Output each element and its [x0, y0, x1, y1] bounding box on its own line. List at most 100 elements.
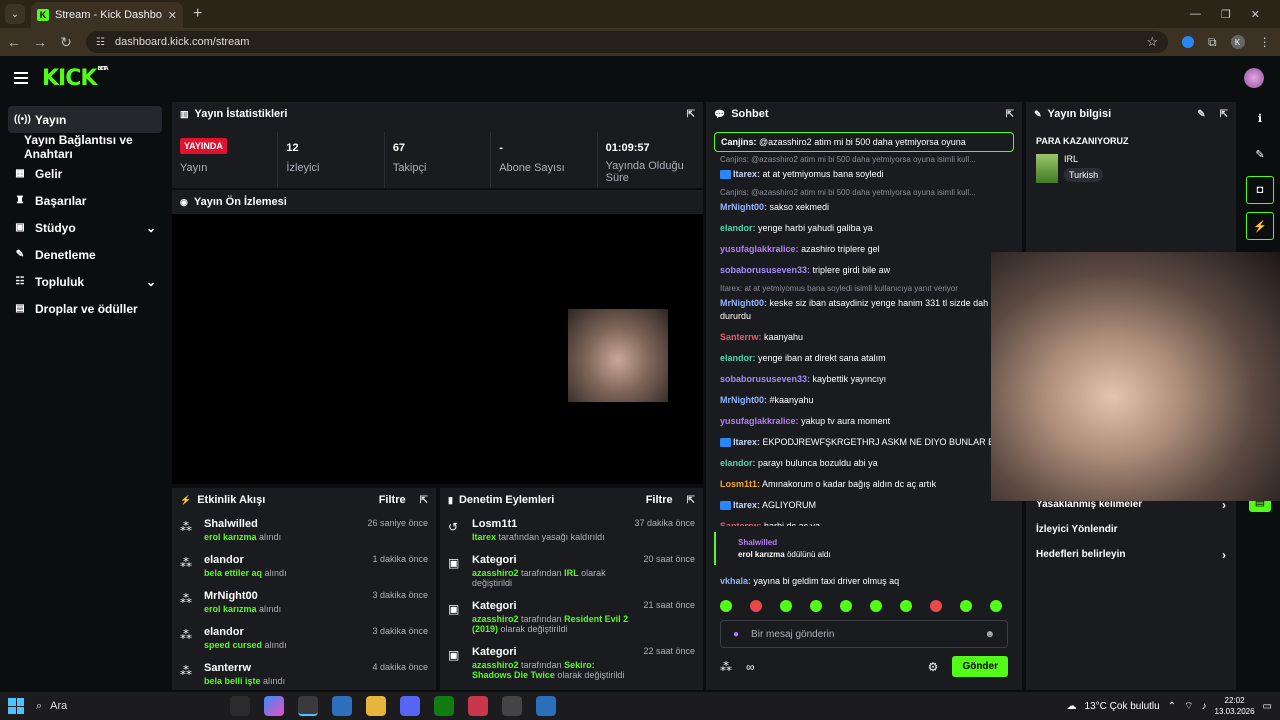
activity-row[interactable]: ⁂ elandor bela ettiler aq alındı 1 dakika ö… — [180, 548, 428, 584]
bolt-icon[interactable]: ⚡ — [1246, 212, 1274, 240]
chat-username[interactable]: Itarex: — [733, 169, 760, 179]
moderation-filter-button[interactable]: Filtre — [646, 494, 673, 506]
chat-message[interactable]: vkhala: yayına bi geldim taxi driver olm… — [714, 571, 1014, 592]
emote-icon[interactable] — [750, 600, 762, 612]
moderation-row[interactable]: ▣ Kategori azasshiro2 tarafından Resident … — [448, 594, 695, 640]
task-view-icon[interactable] — [230, 696, 250, 716]
chat-message[interactable]: elandor: yenge harbi yahudi galiba ya — [714, 218, 1014, 239]
chat-message[interactable]: MrNight00: sakso xekmedi — [714, 197, 1014, 218]
chat-message[interactable]: Santerrw: kaanyahu — [714, 327, 1014, 348]
chat-message[interactable]: MrNight00: keske siz iban atsaydiniz yen… — [714, 293, 1014, 327]
close-tab-icon[interactable]: ✕ — [168, 9, 177, 22]
chat-username[interactable]: Itarex: — [733, 437, 760, 447]
browser-tab[interactable]: K Stream - Kick Dashboard ✕ — [31, 2, 183, 28]
volume-icon[interactable]: ♪ — [1202, 701, 1207, 712]
tray-expand-icon[interactable]: ⌃ — [1168, 701, 1176, 712]
popout-icon[interactable]: ⇱ — [687, 109, 695, 120]
kick-logo[interactable]: KICKBETA — [42, 66, 109, 91]
chat-message[interactable]: sobaborususeven33: kaybettik yayıncıyı — [714, 369, 1014, 390]
chat-input[interactable]: ● Bir mesaj gönderin ☻ — [720, 620, 1008, 648]
moderation-row[interactable]: ↺ Losm1t1 Itarex tarafından yasağı kaldırı… — [448, 512, 695, 548]
tab-search-button[interactable]: ⌄ — [5, 4, 25, 24]
popout-icon[interactable]: ⇱ — [1220, 109, 1228, 120]
settings-gear-icon[interactable]: ⚙ — [928, 660, 939, 674]
chat-message[interactable]: Itarex: at at yetmiyomus bana soyledi — [714, 164, 1014, 185]
forward-icon[interactable]: → — [28, 34, 52, 50]
popout-icon[interactable]: ⇱ — [1006, 109, 1014, 120]
activity-row[interactable]: ⁂ elandor speed cursed alındı 3 dakika önce — [180, 620, 428, 656]
minimize-icon[interactable]: — — [1190, 8, 1201, 21]
chat-username[interactable]: elandor: — [720, 353, 756, 363]
chat-username[interactable]: yusufaglakkralice: — [720, 416, 799, 426]
chat-username[interactable]: elandor: — [720, 458, 756, 468]
file-explorer-icon[interactable] — [366, 696, 386, 716]
obs-icon[interactable] — [502, 696, 522, 716]
app-icon[interactable] — [468, 696, 488, 716]
chat-message[interactable]: Santerrw: harbi dc aç ya — [714, 516, 1014, 526]
chat-message[interactable]: elandor: yenge iban at direkt sana atalı… — [714, 348, 1014, 369]
chat-username[interactable]: MrNight00: — [720, 395, 767, 405]
chat-message[interactable]: yusufaglakkralice: azashiro triplere gel — [714, 239, 1014, 260]
emote-icon[interactable] — [840, 600, 852, 612]
goals-link[interactable]: Hedefleri belirleyin › — [1026, 542, 1236, 567]
chat-message[interactable]: Losm1t1: Amınakorum o kadar bağış aldın … — [714, 474, 1014, 495]
microphone-icon[interactable]: ● — [733, 629, 739, 640]
chat-message[interactable]: Itarex: AGLIYORUM — [714, 495, 1014, 516]
chat-message[interactable]: MrNight00: #kaanyahu — [714, 390, 1014, 411]
copilot-icon[interactable] — [264, 696, 284, 716]
chat-username[interactable]: MrNight00: — [720, 298, 767, 308]
points-icon[interactable]: ⁂ — [720, 660, 732, 674]
hamburger-menu-icon[interactable] — [14, 72, 28, 84]
emote-icon[interactable] — [720, 600, 732, 612]
extensions-puzzle-icon[interactable]: ⧉ — [1208, 35, 1217, 50]
windows-start-icon[interactable] — [8, 698, 24, 714]
pinned-message[interactable]: Canjins: @azasshiro2 atim mi bi 500 daha… — [714, 132, 1014, 152]
extension-icon[interactable] — [1182, 36, 1194, 48]
omnibox[interactable]: ☷ dashboard.kick.com/stream ☆ — [86, 31, 1168, 53]
edit-pencil-icon[interactable]: ✎ — [1197, 109, 1205, 120]
taskbar-clock[interactable]: 22:02 13.03.2026 — [1215, 695, 1255, 717]
sidebar-item-revenue[interactable]: ▦ Gelir — [8, 160, 162, 187]
raid-link[interactable]: İzleyici Yönlendir — [1026, 517, 1236, 542]
sidebar-item-moderation[interactable]: ✎ Denetleme — [8, 241, 162, 268]
emote-icon[interactable] — [930, 600, 942, 612]
sidebar-item-drops[interactable]: ▤ Droplar ve ödüller — [8, 295, 162, 322]
chat-username[interactable]: MrNight00: — [720, 202, 767, 212]
popout-icon[interactable]: ⇱ — [687, 495, 695, 506]
new-tab-icon[interactable]: + — [193, 5, 202, 23]
popout-icon[interactable]: ⇱ — [420, 495, 428, 506]
emote-icon[interactable] — [810, 600, 822, 612]
app-icon[interactable] — [332, 696, 352, 716]
chat-message[interactable]: sobaborususeven33: triplere girdi bile a… — [714, 260, 1014, 281]
chat-username[interactable]: sobaborususeven33: — [720, 265, 810, 275]
user-avatar[interactable] — [1244, 68, 1264, 88]
notification-icon[interactable]: ▭ — [1263, 701, 1272, 712]
reload-icon[interactable]: ↻ — [54, 34, 78, 51]
emote-icon[interactable] — [900, 600, 912, 612]
sidebar-item-studio[interactable]: ▣ Stüdyo ⌄ — [8, 214, 162, 241]
bookmark-star-icon[interactable]: ☆ — [1146, 34, 1158, 50]
profile-avatar[interactable]: K — [1230, 35, 1245, 49]
chat-username[interactable]: Santerrw: — [720, 332, 762, 342]
moderation-row[interactable]: ▣ Kategori azasshiro2 tarafından Sekiro: S… — [448, 640, 695, 686]
sidebar-item-community[interactable]: ☷ Topluluk ⌄ — [8, 268, 162, 295]
edit-pencil-icon[interactable]: ✎ — [1246, 140, 1274, 168]
chat-username[interactable]: Losm1t1: — [720, 479, 760, 489]
app-icon[interactable] — [536, 696, 556, 716]
camera-icon[interactable]: ◘ — [1246, 176, 1274, 204]
taskbar-search[interactable]: ⌕ Ara — [36, 695, 226, 717]
emoji-icon[interactable]: ☻ — [984, 629, 995, 640]
chat-message[interactable]: elandor: parayı bulunca bozuldu abi ya — [714, 453, 1014, 474]
restore-icon[interactable]: ❐ — [1221, 8, 1231, 21]
chat-username[interactable]: elandor: — [720, 223, 756, 233]
chat-message[interactable]: yusufaglakkralice: yakup tv aura moment — [714, 411, 1014, 432]
emote-icon[interactable] — [780, 600, 792, 612]
activity-row[interactable]: ⁂ Santerrw bela belli işte alındı 4 dakika … — [180, 656, 428, 690]
close-window-icon[interactable]: ✕ — [1251, 8, 1260, 21]
info-icon[interactable]: ℹ — [1246, 104, 1274, 132]
chat-username[interactable]: Itarex: — [733, 500, 760, 510]
site-info-icon[interactable]: ☷ — [96, 37, 105, 48]
network-icon[interactable]: ⌔ — [1184, 700, 1193, 713]
infinity-icon[interactable]: ∞ — [746, 660, 755, 674]
send-button[interactable]: Gönder — [952, 656, 1008, 677]
